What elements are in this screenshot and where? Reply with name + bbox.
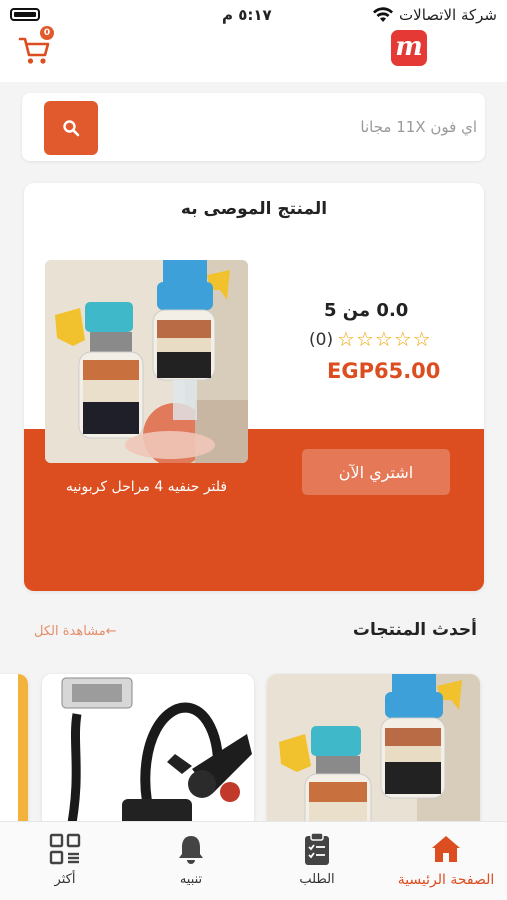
cart-button[interactable]: 0	[18, 26, 58, 70]
review-count: (0)	[309, 330, 334, 350]
star-empty-icon: ☆	[393, 327, 412, 351]
star-empty-icon: ☆	[412, 327, 431, 351]
wifi-icon	[373, 7, 393, 22]
product-price: EGP65.00	[327, 359, 441, 383]
latest-products-title: أحدث المنتجات	[352, 620, 477, 640]
status-bar: ٥:١٧ م شركة الاتصالات	[0, 0, 507, 30]
product-image	[18, 674, 28, 834]
carrier-name: شركة الاتصالات	[399, 6, 497, 24]
nav-home[interactable]: الصفحة الرئيسية	[385, 830, 507, 896]
cart-count-badge: 0	[40, 26, 54, 40]
nav-more[interactable]: أكثر	[10, 830, 120, 896]
app-header: 0 m	[0, 26, 507, 82]
star-empty-icon: ☆	[374, 327, 393, 351]
rating-stars: ☆ ☆ ☆ ☆ ☆	[337, 329, 431, 349]
home-icon	[432, 836, 460, 862]
view-all-label: مشاهدة الكل	[34, 624, 106, 639]
nav-more-label: أكثر	[54, 872, 76, 887]
search-bar	[22, 93, 485, 161]
recommended-product-name[interactable]: فلتر حنفيه 4 مراحل كربونيه	[45, 479, 248, 495]
arrow-left-icon: ←	[105, 624, 117, 639]
product-card[interactable]	[267, 674, 480, 834]
nav-home-label: الصفحة الرئيسية	[397, 872, 495, 888]
star-empty-icon: ☆	[355, 327, 374, 351]
nav-orders[interactable]: الطلب	[262, 830, 372, 896]
rating-text: 0.0 من 5	[324, 300, 409, 321]
faucet-filter-image	[45, 260, 248, 463]
recommended-product-image[interactable]	[45, 260, 248, 463]
nav-notifications-label: تنبيه	[179, 872, 203, 887]
product-card[interactable]	[0, 674, 28, 834]
phone-holder-image	[42, 674, 254, 834]
app-logo: m	[391, 30, 427, 66]
clipboard-icon	[305, 832, 329, 865]
search-button[interactable]	[44, 101, 98, 155]
nav-orders-label: الطلب	[299, 872, 335, 887]
faucet-filter-image	[267, 674, 480, 834]
recommended-title: المنتج الموصى به	[180, 199, 328, 219]
product-card[interactable]	[42, 674, 254, 834]
grid-icon	[49, 833, 81, 865]
recommended-product-card[interactable]: المنتج الموصى به 0.0 من 5 ☆ ☆ ☆ ☆ ☆ (0) …	[24, 183, 484, 591]
buy-now-button[interactable]: اشتري الآن	[302, 449, 450, 495]
bell-icon	[179, 836, 203, 864]
cart-icon	[18, 37, 50, 64]
star-empty-icon: ☆	[337, 327, 355, 351]
view-all-link[interactable]: ←مشاهدة الكل	[34, 624, 117, 639]
bottom-navigation: الصفحة الرئيسية الطلب تنبيه أكثر	[0, 821, 507, 900]
nav-notifications[interactable]: تنبيه	[136, 830, 246, 896]
search-icon	[63, 120, 80, 137]
status-time: ٥:١٧ م	[222, 6, 272, 24]
battery-icon	[10, 8, 40, 21]
search-input[interactable]	[117, 111, 477, 143]
